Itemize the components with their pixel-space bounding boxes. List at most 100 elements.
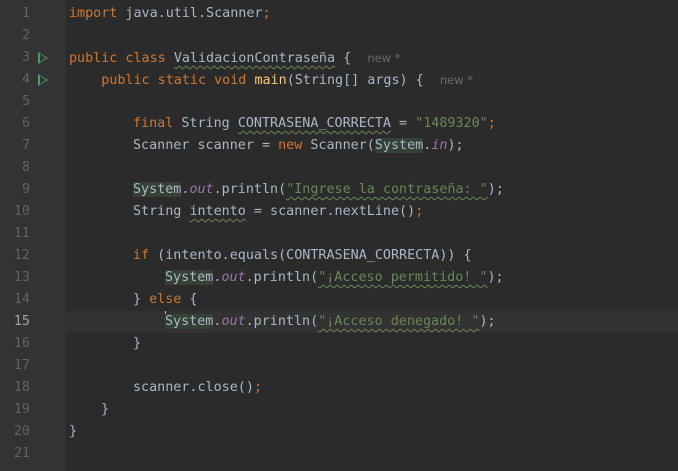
code-text: java.util.Scanner (117, 6, 263, 21)
code-line-7[interactable]: Scanner scanner = new Scanner(System.in)… (66, 135, 678, 157)
keyword: if (133, 248, 150, 263)
code-text: { (335, 51, 368, 66)
code-line-14[interactable]: } else { (66, 289, 678, 311)
static-field: out (221, 314, 246, 329)
code-text: String (173, 116, 238, 131)
code-text: Scanner( (302, 138, 375, 153)
code-line-6[interactable]: final String CONTRASENA_CORRECTA = "1489… (66, 113, 678, 135)
line-number-gutter: 1 2 3 4 5 6 7 8 9 10 11 12 13 14 15 16 1… (0, 0, 66, 471)
keyword: new (278, 138, 303, 153)
gutter-line: 8 (0, 157, 66, 179)
line-number: 18 (13, 380, 30, 395)
line-number: 3 (21, 50, 30, 65)
line-number: 13 (13, 270, 30, 285)
gutter-line: 10 (0, 201, 66, 223)
run-gutter-icon[interactable] (38, 74, 48, 86)
code-text: String (133, 204, 190, 219)
code-text: ); (487, 182, 504, 197)
new-inlay-hint: new * (367, 51, 401, 65)
line-number: 21 (13, 446, 30, 461)
gutter-line: 3 (0, 47, 66, 69)
gutter-line: 16 (0, 333, 66, 355)
static-field: in (431, 138, 448, 153)
code-text: } (69, 424, 78, 439)
code-line-16[interactable]: } (66, 333, 678, 355)
line-number: 8 (21, 160, 30, 175)
code-line-13[interactable]: System.out.println("¡Acceso permitido! "… (66, 267, 678, 289)
code-text: = (391, 116, 416, 131)
code-text: Scanner scanner = (133, 138, 279, 153)
class-reference: System (133, 182, 182, 197)
line-number-current: 15 (13, 314, 30, 329)
gutter-line: 4 (0, 69, 66, 91)
code-text: (intento.equals(CONTRASENA_CORRECTA)) { (149, 248, 472, 263)
code-text: .println( (245, 270, 319, 285)
keyword: final (133, 116, 174, 131)
code-text: } (101, 402, 110, 417)
static-field: out (221, 270, 246, 285)
gutter-line: 18 (0, 377, 66, 399)
code-line-15-current[interactable]: System.out.println("¡Acceso denegado! ")… (66, 311, 678, 333)
line-number: 17 (13, 358, 30, 373)
string-literal: "Ingrese la contraseña: " (286, 182, 488, 197)
gutter-line: 7 (0, 135, 66, 157)
code-text: .println( (213, 182, 287, 197)
code-area[interactable]: import java.util.Scanner; public class V… (66, 0, 678, 471)
static-field: out (189, 182, 214, 197)
semicolon: ; (415, 204, 424, 219)
line-number: 11 (13, 226, 30, 241)
line-number: 19 (13, 402, 30, 417)
code-editor[interactable]: 1 2 3 4 5 6 7 8 9 10 11 12 13 14 15 16 1… (0, 0, 678, 471)
string-literal: "¡Acceso permitido! " (318, 270, 488, 285)
code-text: (String[] args) { (286, 73, 440, 88)
semicolon: ; (487, 116, 496, 131)
code-line-3[interactable]: public class ValidacionContraseña { new … (66, 47, 678, 69)
class-reference: System (165, 270, 214, 285)
gutter-line: 15 (0, 311, 66, 333)
keyword: public static void (69, 73, 255, 88)
code-line-12[interactable]: if (intento.equals(CONTRASENA_CORRECTA))… (66, 245, 678, 267)
keyword: public class (69, 51, 174, 66)
code-line-9[interactable]: System.out.println("Ingrese la contraseñ… (66, 179, 678, 201)
code-line-20[interactable]: } (66, 421, 678, 443)
gutter-line: 19 (0, 399, 66, 421)
constant-name: CONTRASENA_CORRECTA (237, 116, 391, 131)
code-text: } (133, 292, 150, 307)
run-gutter-icon[interactable] (38, 52, 48, 64)
line-number: 7 (21, 138, 30, 153)
line-number: 1 (21, 6, 30, 21)
gutter-line: 5 (0, 91, 66, 113)
line-number: 14 (13, 292, 30, 307)
semicolon: ; (262, 6, 271, 21)
line-number: 20 (13, 424, 30, 439)
gutter-line: 2 (0, 25, 66, 47)
code-text: } (133, 336, 142, 351)
code-text: ); (479, 314, 496, 329)
gutter-line: 13 (0, 267, 66, 289)
gutter-line: 20 (0, 421, 66, 443)
gutter-line: 21 (0, 443, 66, 465)
gutter-line: 1 (0, 3, 66, 25)
code-text: .println( (245, 314, 319, 329)
code-line-1[interactable]: import java.util.Scanner; (66, 3, 678, 25)
method-name: main (254, 73, 287, 88)
gutter-line: 17 (0, 355, 66, 377)
string-literal: "1489320" (415, 116, 488, 131)
gutter-line: 6 (0, 113, 66, 135)
class-name: ValidacionContraseña (173, 51, 336, 66)
line-number: 9 (21, 182, 30, 197)
gutter-line: 12 (0, 245, 66, 267)
gutter-line: 9 (0, 179, 66, 201)
code-line-19[interactable]: } (66, 399, 678, 421)
code-line-10[interactable]: String intento = scanner.nextLine(); (66, 201, 678, 223)
line-number: 6 (21, 116, 30, 131)
code-line-18[interactable]: scanner.close(); (66, 377, 678, 399)
line-number: 2 (21, 28, 30, 43)
line-number: 12 (13, 248, 30, 263)
semicolon: ; (253, 380, 262, 395)
code-line-4[interactable]: public static void main(String[] args) {… (66, 69, 678, 91)
string-literal: "¡Acceso denegado! " (318, 314, 480, 329)
code-text: scanner.close() (133, 380, 254, 395)
code-text: = scanner.nextLine() (245, 204, 416, 219)
variable-name: intento (189, 204, 246, 219)
